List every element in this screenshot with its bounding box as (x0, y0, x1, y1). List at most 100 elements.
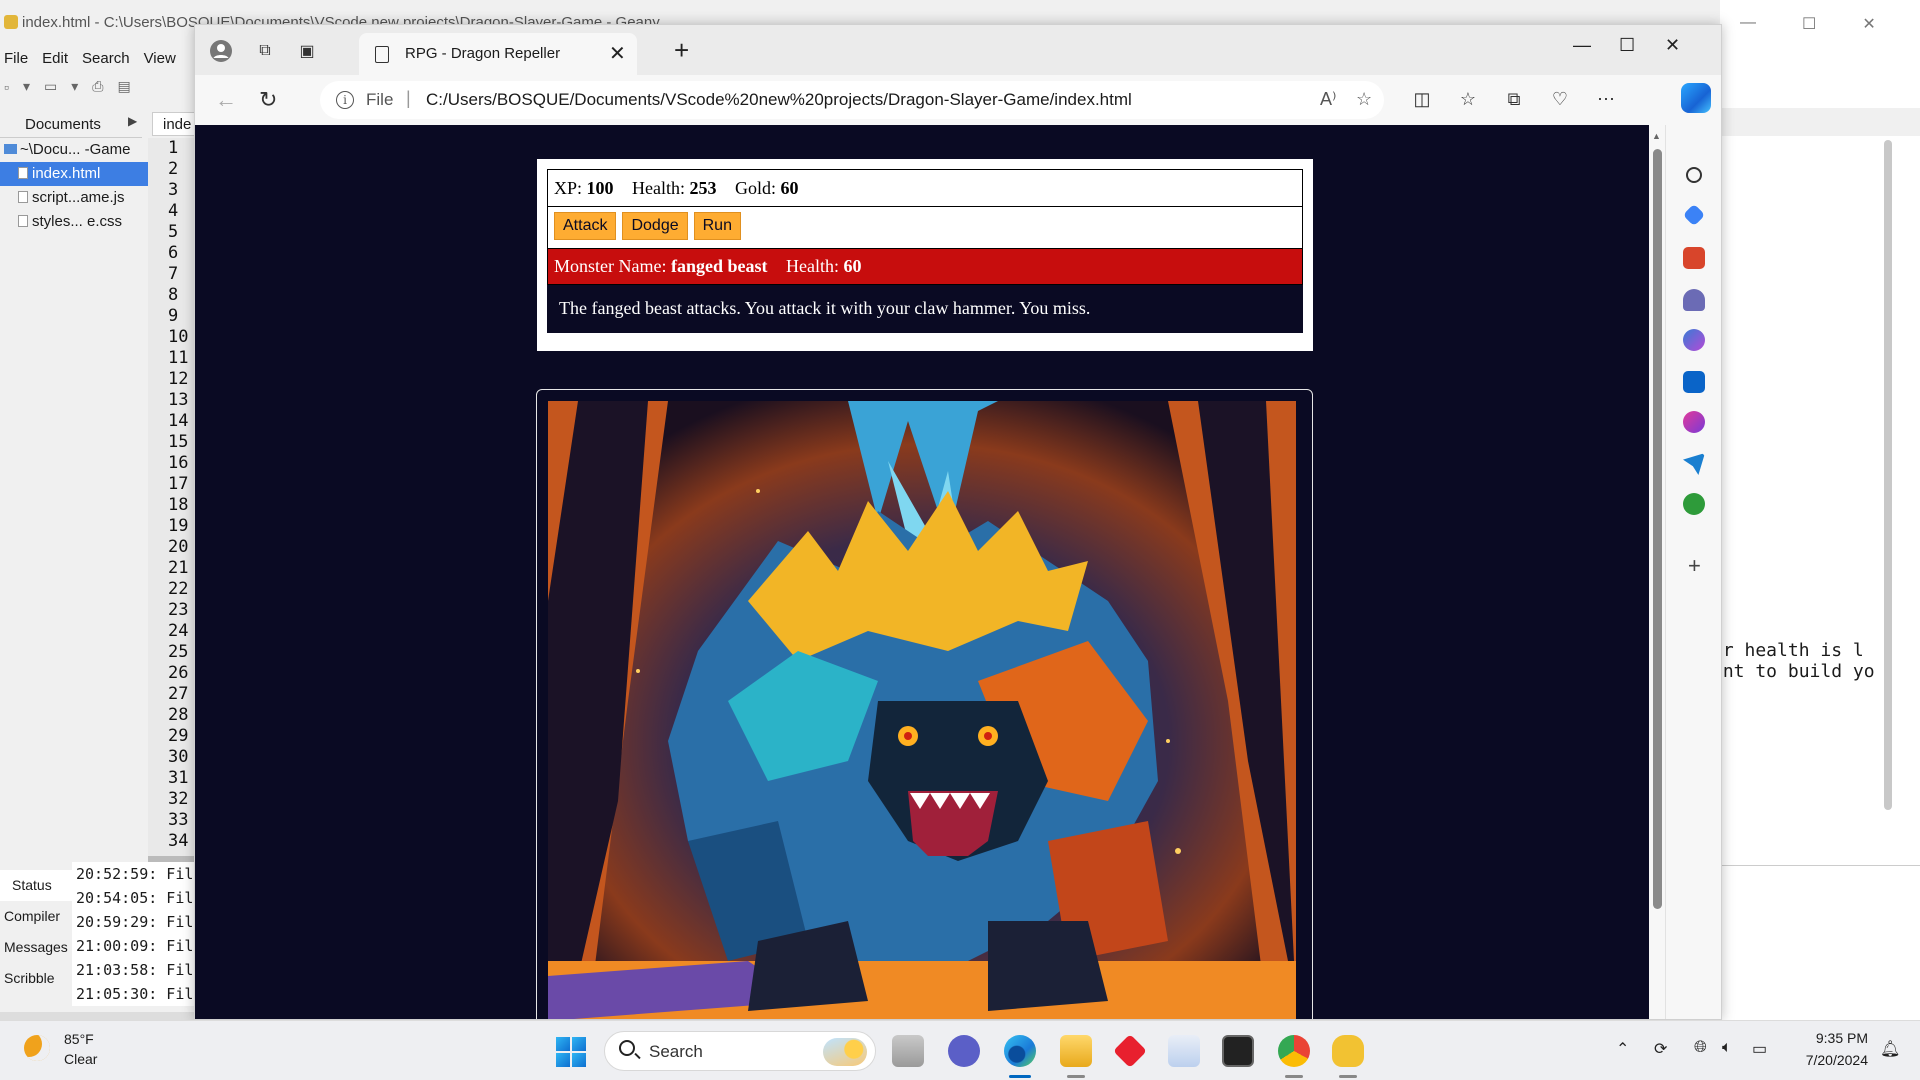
dodge-button[interactable]: Dodge (622, 212, 688, 240)
file-explorer-icon[interactable] (1060, 1035, 1092, 1067)
close-icon[interactable]: ✕ (1862, 14, 1875, 34)
add-icon[interactable]: + (1688, 553, 1701, 579)
tree-file-styles[interactable]: styles... e.css (0, 210, 148, 234)
line-number: 3 (168, 180, 179, 200)
open-folder-icon[interactable]: ▭ (44, 78, 57, 95)
task-view-icon[interactable] (892, 1035, 924, 1067)
chevron-right-icon[interactable]: ▶ (128, 114, 137, 128)
start-button[interactable] (556, 1037, 586, 1067)
tree-file-index[interactable]: index.html (0, 162, 148, 186)
monster-name: fanged beast (670, 256, 768, 276)
new-tab-button[interactable]: + (674, 35, 689, 66)
maximize-icon[interactable]: ☐ (1619, 35, 1635, 56)
maximize-icon[interactable]: ☐ (1802, 14, 1816, 34)
read-aloud-icon[interactable]: A⁾ (1320, 89, 1336, 110)
tab-rpg-dragon-repeller[interactable]: RPG - Dragon Repeller ✕ (359, 33, 637, 75)
tree-file-script[interactable]: script...ame.js (0, 186, 148, 210)
tab-status[interactable]: Status (0, 870, 72, 901)
new-file-icon[interactable]: ▫ (4, 79, 9, 95)
chevron-up-icon[interactable]: ⌃ (1616, 1039, 1629, 1059)
tab-scribble[interactable]: Scribble (0, 963, 72, 994)
attack-button[interactable]: Attack (554, 212, 617, 240)
menu-edit[interactable]: Edit (42, 50, 68, 67)
network-icon[interactable]: 🌐︎ (1694, 1039, 1707, 1057)
clock-date[interactable]: 7/20/2024 (1796, 1052, 1868, 1068)
scroll-up-icon[interactable]: ▲ (1652, 131, 1661, 141)
page-scrollbar[interactable]: ▲ (1649, 125, 1665, 1019)
save-icon[interactable]: ⎙ (92, 78, 103, 95)
copilot-icon[interactable] (1681, 83, 1711, 113)
close-icon[interactable]: ✕ (1665, 35, 1680, 56)
volume-icon[interactable]: 🔈︎ (1722, 1039, 1732, 1057)
menu-search[interactable]: Search (82, 50, 130, 67)
tools-icon[interactable] (1683, 247, 1705, 269)
outlook-icon[interactable] (1683, 371, 1705, 393)
run-button[interactable]: Run (693, 212, 741, 240)
monitor-app-icon[interactable] (1168, 1035, 1200, 1067)
minimize-icon[interactable]: — (1573, 35, 1591, 56)
back-icon[interactable]: ← (215, 87, 237, 113)
save-all-icon[interactable]: ▤ (117, 78, 130, 95)
background-window-toolbar (1720, 108, 1920, 136)
geany-status-bar (0, 1012, 200, 1020)
chevron-down-icon[interactable]: ▾ (71, 78, 78, 95)
url-separator: | (406, 88, 411, 108)
tab-messages[interactable]: Messages (0, 932, 72, 963)
info-icon[interactable]: i (336, 91, 354, 109)
tree-icon[interactable] (1683, 493, 1705, 515)
line-number: 2 (168, 159, 179, 179)
teams-icon[interactable] (948, 1035, 980, 1067)
favorite-star-icon[interactable]: ☆ (1356, 89, 1372, 110)
chrome-icon[interactable] (1278, 1035, 1310, 1067)
designer-icon[interactable] (1683, 411, 1705, 433)
line-number: 20 (168, 537, 189, 557)
split-screen-icon[interactable]: ◫ (1411, 89, 1433, 111)
geany-icon[interactable] (1332, 1035, 1364, 1067)
battery-icon[interactable]: ▭ (1752, 1039, 1767, 1059)
divider (1720, 865, 1920, 866)
edge-icon[interactable] (1004, 1035, 1036, 1067)
line-number: 24 (168, 621, 189, 641)
more-options-icon[interactable]: ⋯ (1595, 89, 1617, 111)
clock-time[interactable]: 9:35 PM (1796, 1030, 1868, 1046)
search-label: Search (649, 1042, 703, 1061)
workspaces-icon[interactable]: ⧉ (253, 39, 277, 63)
terminal-icon[interactable] (1222, 1035, 1254, 1067)
browser-essentials-icon[interactable]: ♡ (1549, 89, 1571, 111)
chevron-down-icon[interactable]: ▾ (23, 78, 30, 95)
drop-icon[interactable] (1683, 453, 1705, 475)
vertical-scrollbar[interactable] (1884, 140, 1892, 810)
tab-compiler[interactable]: Compiler (0, 901, 72, 932)
line-number: 6 (168, 243, 179, 263)
documents-tab[interactable]: Documents (0, 112, 142, 138)
search-icon[interactable] (1686, 167, 1702, 183)
notification-icon[interactable]: 🔔︎ (1880, 1039, 1900, 1059)
refresh-icon[interactable]: ↻ (259, 87, 277, 113)
url-input[interactable]: i File | C:/Users/BOSQUE/Documents/VScod… (320, 81, 1384, 119)
tree-folder[interactable]: ~\Docu... -Game (0, 138, 148, 162)
favorites-icon[interactable]: ☆ (1457, 89, 1479, 111)
weather-condition[interactable]: Clear (64, 1051, 97, 1067)
editor-tab[interactable]: inde (152, 112, 200, 136)
microsoft-365-icon[interactable] (1683, 329, 1705, 351)
menu-view[interactable]: View (144, 50, 176, 67)
log-line: 21:00:09: Fil (76, 937, 194, 955)
line-number: 12 (168, 369, 189, 389)
minimize-icon[interactable]: — (1740, 14, 1756, 34)
scroll-thumb[interactable] (1653, 149, 1662, 909)
weather-temp[interactable]: 85°F (64, 1031, 94, 1047)
line-number: 14 (168, 411, 189, 431)
tab-actions-icon[interactable]: ▣ (295, 39, 319, 63)
line-number: 34 (168, 831, 189, 851)
collections-icon[interactable]: ⧉ (1503, 89, 1525, 111)
sync-icon[interactable]: ⟳ (1654, 1039, 1667, 1059)
moon-icon[interactable] (24, 1035, 50, 1061)
close-icon[interactable]: ✕ (609, 41, 626, 66)
profile-icon[interactable] (209, 39, 233, 63)
shopping-tag-icon[interactable] (1682, 203, 1706, 227)
red-app-icon[interactable] (1113, 1034, 1147, 1068)
status-log: 20:52:59: Fil 20:54:05: Fil 20:59:29: Fi… (72, 862, 202, 1006)
games-icon[interactable] (1683, 289, 1705, 311)
menu-file[interactable]: File (4, 50, 28, 67)
taskbar-search[interactable]: Search (604, 1031, 876, 1071)
